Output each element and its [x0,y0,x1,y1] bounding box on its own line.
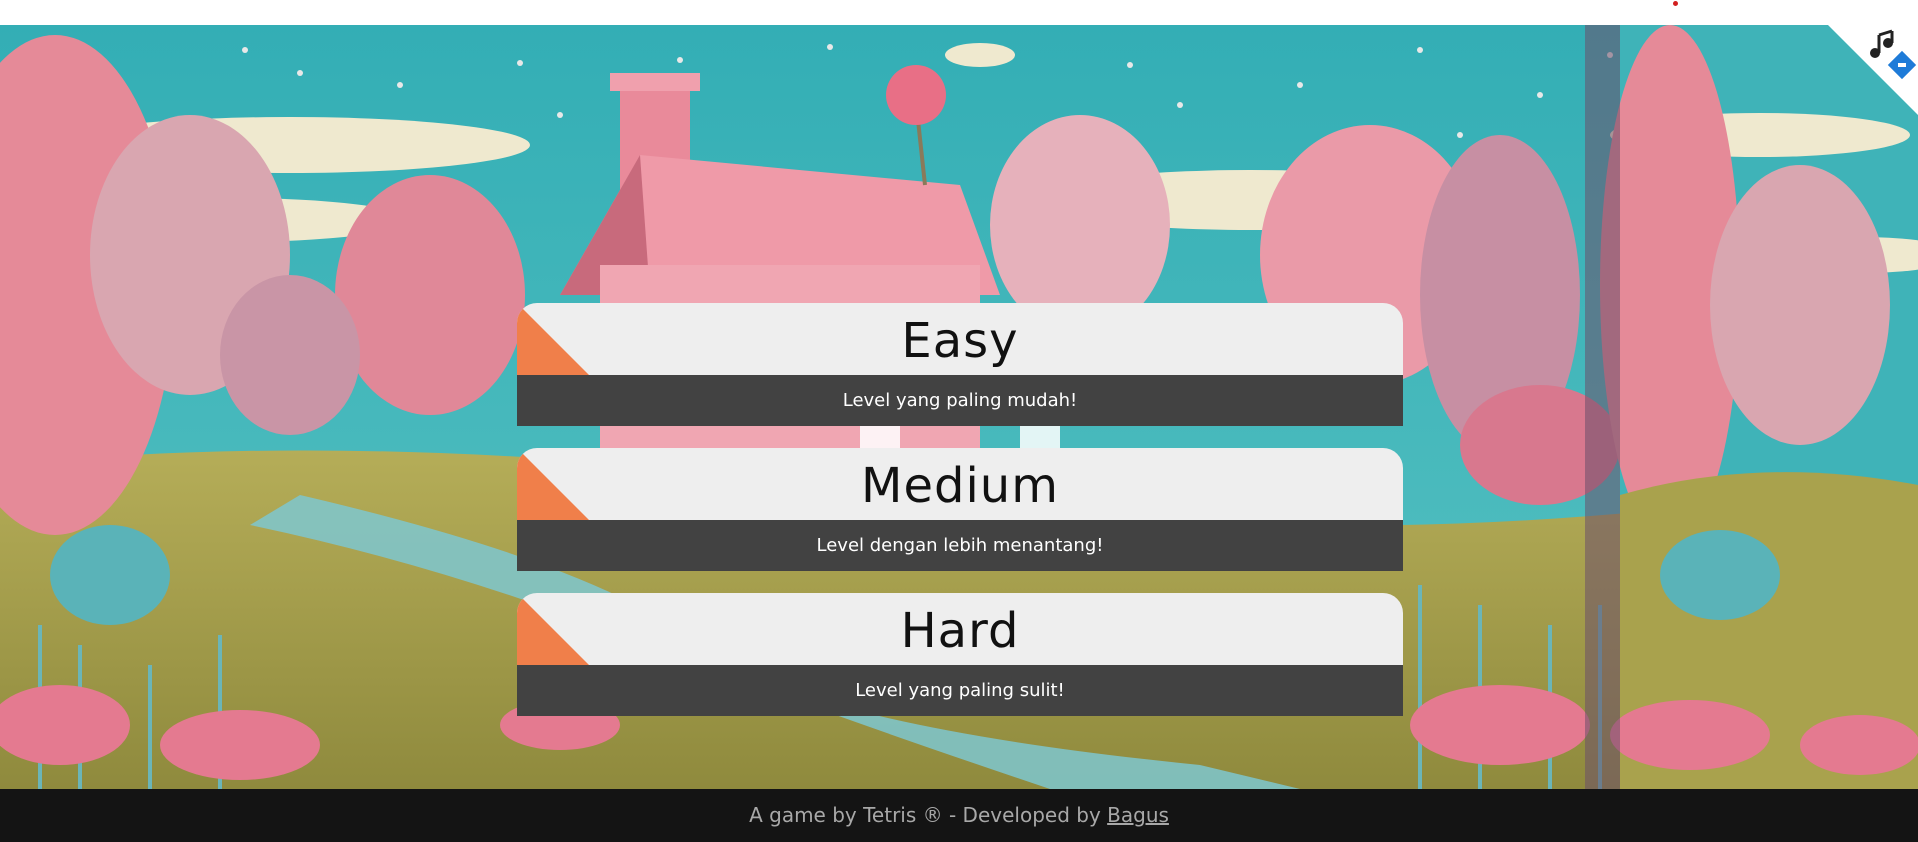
level-title: Medium [861,458,1059,514]
level-card-header[interactable]: Medium [517,448,1403,520]
level-select-list: Easy Level yang paling mudah! Medium Lev… [517,303,1403,738]
level-description: Level dengan lebih menantang! [517,520,1403,571]
corner-badge[interactable] [1828,25,1918,115]
level-description: Level yang paling sulit! [517,665,1403,716]
footer: A game by Tetris ® - Developed by Bagus [0,789,1918,842]
level-card-easy[interactable]: Easy Level yang paling mudah! [517,303,1403,426]
browser-top-strip [0,0,1918,25]
author-link[interactable]: Bagus [1107,803,1169,827]
level-description: Level yang paling mudah! [517,375,1403,426]
level-card-header[interactable]: Easy [517,303,1403,375]
level-title: Hard [900,603,1020,659]
footer-credit-text: A game by Tetris ® - Developed by [749,803,1101,827]
level-card-header[interactable]: Hard [517,593,1403,665]
level-card-hard[interactable]: Hard Level yang paling sulit! [517,593,1403,716]
status-dot [1673,1,1678,6]
level-card-medium[interactable]: Medium Level dengan lebih menantang! [517,448,1403,571]
level-title: Easy [901,313,1019,369]
